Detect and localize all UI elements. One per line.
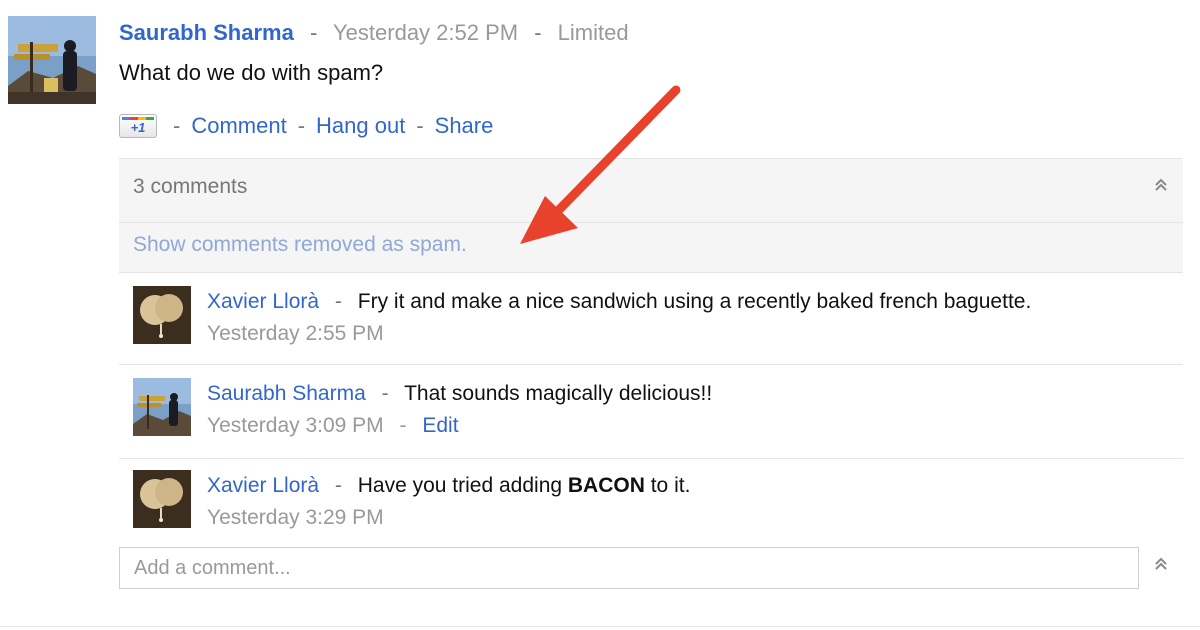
divider [119, 222, 1183, 223]
comment-meta: Yesterday 2:55 PM [207, 320, 384, 348]
separator: - [334, 474, 342, 497]
double-chevron-up-icon [1155, 178, 1167, 191]
post-body: What do we do with spam? [119, 60, 384, 85]
separator: - [534, 20, 542, 45]
comment-line: Saurabh Sharma - That sounds magically d… [207, 380, 712, 408]
comment-timestamp[interactable]: Yesterday 2:55 PM [207, 322, 384, 345]
separator: - [309, 20, 318, 45]
comment-text: Have you tried adding [357, 474, 568, 497]
post-actions: +1 - Comment - Hang out - Share [119, 111, 493, 141]
commenter-avatar[interactable] [133, 470, 191, 528]
post-author-name[interactable]: Saurabh Sharma [119, 20, 294, 45]
sepia-balloons-image [133, 286, 191, 344]
double-chevron-up-icon [1155, 557, 1167, 570]
collapse-comments-icon[interactable] [1153, 556, 1169, 577]
mountain-sign-image [133, 378, 191, 436]
comment-line: Xavier Llorà - Have you tried adding BAC… [207, 472, 690, 500]
post-visibility[interactable]: Limited [558, 20, 629, 45]
comment-meta: Yesterday 3:29 PM [207, 504, 384, 532]
commenter-name[interactable]: Saurabh Sharma [207, 382, 366, 405]
separator: - [297, 113, 306, 138]
mountain-sign-image [8, 16, 96, 104]
separator: - [334, 290, 342, 313]
commenter-avatar[interactable] [133, 286, 191, 344]
commenter-avatar[interactable] [133, 378, 191, 436]
collapse-comments-icon[interactable] [1153, 177, 1169, 198]
share-link[interactable]: Share [435, 111, 494, 141]
divider [119, 458, 1183, 459]
comment-meta: Yesterday 3:09 PM - Edit [207, 412, 459, 440]
plus-one-button[interactable]: +1 [119, 114, 157, 138]
divider [119, 364, 1183, 365]
comment-text-bold: BACON [567, 474, 645, 497]
comments-header: 3 comments Show comments removed as spam… [119, 158, 1183, 273]
comment-text: to it. [644, 474, 691, 497]
post-timestamp[interactable]: Yesterday 2:52 PM [333, 20, 518, 45]
commenter-name[interactable]: Xavier Llorà [207, 474, 319, 497]
post-author-avatar[interactable] [8, 16, 96, 104]
separator: - [416, 113, 424, 138]
post-header: Saurabh Sharma - Yesterday 2:52 PM - Lim… [119, 18, 629, 48]
comment-text: That sounds magically delicious!! [404, 382, 713, 405]
comment-line: Xavier Llorà - Fry it and make a nice sa… [207, 288, 1031, 316]
comment-text: Fry it and make a nice sandwich using a … [357, 290, 1032, 313]
plus-one-color-bar [122, 117, 154, 120]
show-spam-comments-link[interactable]: Show comments removed as spam. [133, 233, 467, 257]
divider [0, 626, 1200, 627]
separator: - [399, 414, 407, 437]
edit-comment-link[interactable]: Edit [422, 414, 458, 437]
separator: - [173, 113, 181, 138]
hangout-link[interactable]: Hang out [316, 111, 405, 141]
comment-timestamp[interactable]: Yesterday 3:29 PM [207, 506, 384, 529]
comment-timestamp[interactable]: Yesterday 3:09 PM [207, 414, 384, 437]
comments-count[interactable]: 3 comments [133, 175, 247, 199]
sepia-balloons-image [133, 470, 191, 528]
commenter-name[interactable]: Xavier Llorà [207, 290, 319, 313]
comment-link[interactable]: Comment [191, 111, 286, 141]
separator: - [381, 382, 389, 405]
add-comment-input[interactable] [119, 547, 1139, 589]
